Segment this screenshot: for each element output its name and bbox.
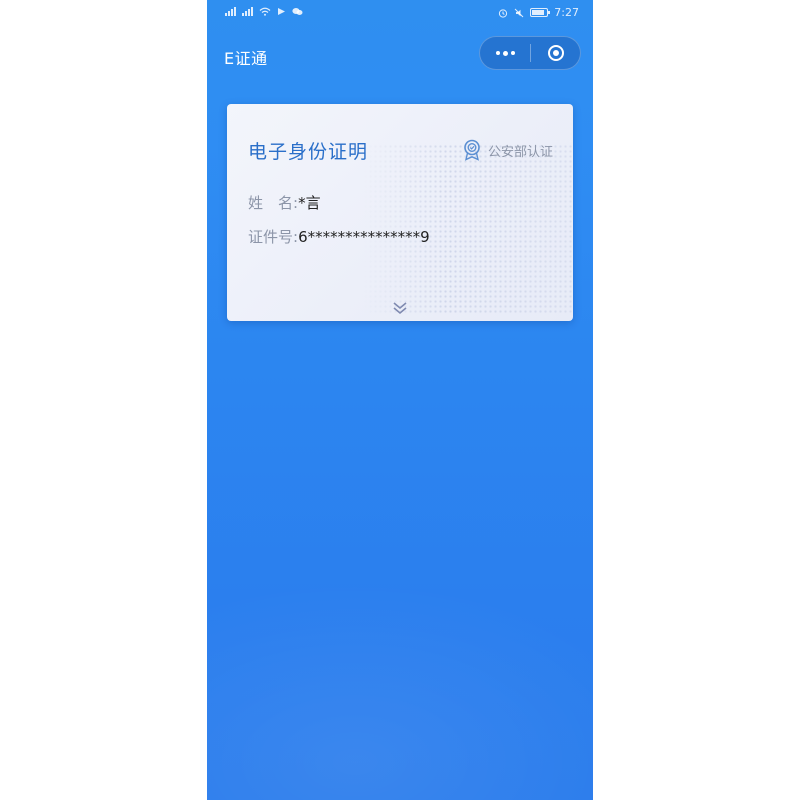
phone-screen: 7:27 E证通 电子身份证明 公安部认证 姓 名: *言 证件号: 6****… [207, 0, 593, 800]
battery-icon [530, 8, 551, 17]
card-title: 电子身份证明 [248, 141, 369, 163]
more-options-button[interactable] [480, 37, 530, 69]
dot-icon [502, 50, 508, 56]
medal-icon [464, 139, 480, 161]
chat-icon [292, 8, 303, 15]
certification-badge: 公安部认证 [462, 139, 553, 161]
app-title: E证通 [224, 49, 268, 68]
id-number-field: 证件号: 6***************9 [248, 226, 430, 247]
mute-icon [514, 8, 524, 17]
name-field: 姓 名: *言 [248, 192, 321, 213]
status-left-icons [225, 7, 303, 16]
play-icon [278, 8, 285, 15]
name-value: *言 [298, 194, 321, 212]
id-number-value: 6***************9 [298, 227, 430, 246]
certification-text: 公安部认证 [487, 144, 553, 160]
name-label: 姓 名: [248, 194, 299, 212]
chevron-double-down-icon[interactable] [390, 300, 410, 316]
close-mini-program-button[interactable] [531, 37, 580, 69]
dot-icon [495, 51, 500, 55]
target-icon [547, 45, 564, 61]
electronic-id-card[interactable]: 电子身份证明 公安部认证 姓 名: *言 证件号: 6*************… [227, 104, 573, 321]
signal-icon [225, 7, 236, 16]
status-right-icons: 7:27 [498, 6, 579, 19]
status-time: 7:27 [554, 6, 579, 19]
status-bar: 7:27 [207, 0, 593, 26]
mini-program-capsule [479, 36, 581, 70]
id-number-label: 证件号: [248, 228, 299, 246]
alarm-icon [499, 8, 508, 18]
dot-icon [510, 51, 515, 55]
wifi-icon [259, 7, 271, 16]
signal-icon-2 [242, 7, 253, 16]
